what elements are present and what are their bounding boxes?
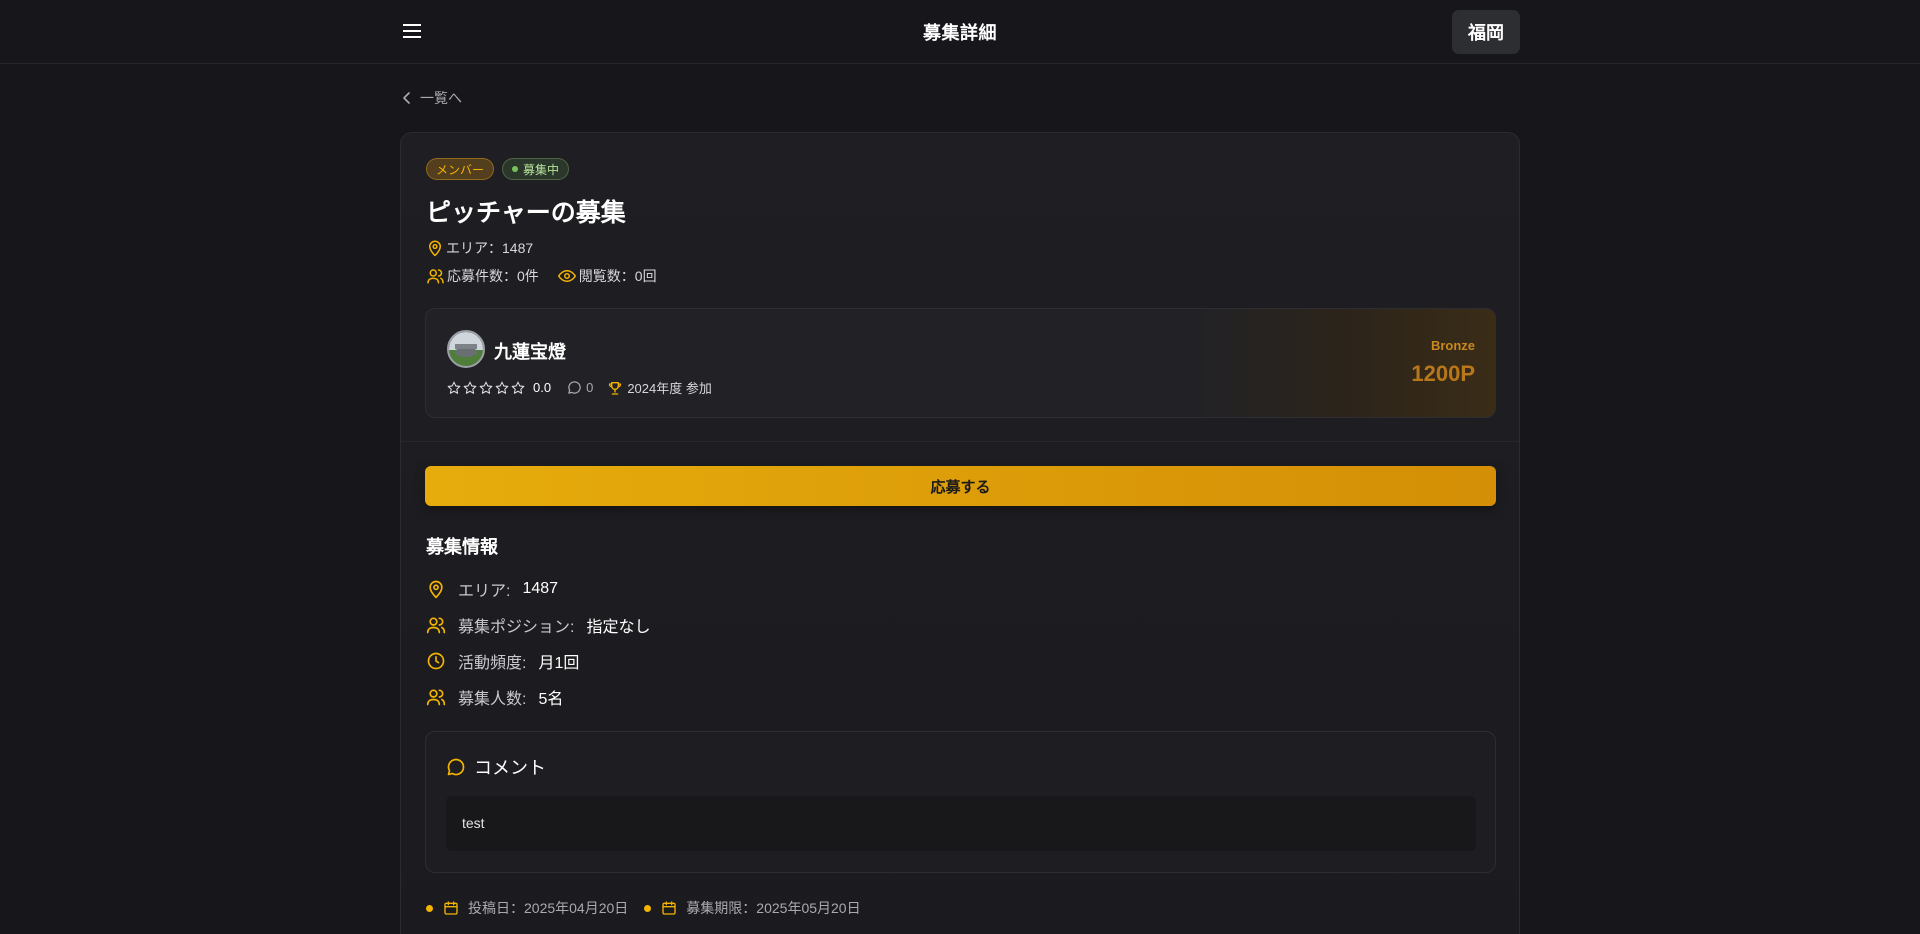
- info-row-position: 募集ポジション: 指定なし: [426, 613, 650, 637]
- map-pin-icon: [429, 580, 443, 599]
- badge-group: メンバー 募集中: [426, 158, 570, 180]
- recruitment-info-title: 募集情報: [426, 537, 498, 557]
- post-title: ピッチャーの募集: [426, 199, 626, 227]
- star-icon: [495, 381, 509, 394]
- top-header: 募集詳細 福岡: [0, 0, 1920, 64]
- rating-stars: [447, 381, 525, 395]
- comment-header: コメント: [446, 754, 546, 780]
- rating-value: 0.0: [533, 380, 552, 395]
- calendar-icon: [444, 901, 458, 915]
- date-dot: [644, 904, 652, 912]
- region-button[interactable]: 福岡: [1452, 10, 1520, 54]
- recruitment-detail-card: メンバー 募集中 ピッチャーの募集 エリア：1487 応募件数：0件 閲覧数：0…: [400, 132, 1520, 934]
- stats-meta: 応募件数：0件 閲覧数：0回: [426, 266, 657, 286]
- users-icon: [426, 689, 446, 706]
- calendar-icon: [662, 901, 676, 915]
- message-circle-icon: [568, 381, 581, 394]
- map-pin-icon: [429, 240, 441, 257]
- back-to-list-link[interactable]: 一覧へ: [402, 88, 462, 108]
- clock-icon: [427, 652, 445, 670]
- deadline-date-text: 募集期限：2025年05月20日: [686, 900, 861, 916]
- star-icon: [463, 381, 477, 394]
- star-icon: [479, 381, 493, 394]
- info-label: 活動頻度:: [458, 655, 527, 672]
- users-icon: [426, 617, 446, 634]
- info-row-frequency: 活動頻度: 月1回: [426, 649, 579, 673]
- date-dot: [426, 904, 433, 912]
- posted-date-text: 投稿日：2025年04月20日: [468, 900, 629, 916]
- poster-profile-card[interactable]: 九蓮宝燈 0.0 0 2024年度 参加 Bronze 1200P: [425, 308, 1496, 418]
- info-row-area: エリア: 1487: [426, 577, 558, 601]
- avatar: [447, 330, 485, 368]
- deadline-date: 募集期限：2025年05月20日: [644, 898, 861, 918]
- star-icon: [511, 381, 525, 394]
- eye-icon: [557, 270, 576, 282]
- participation-text: 2024年度 参加: [627, 381, 712, 396]
- message-circle-icon: [447, 758, 465, 776]
- status-badge: 募集中: [502, 158, 570, 180]
- user-stats: 0.0 0 2024年度 参加: [447, 378, 712, 397]
- comment-text: test: [446, 796, 1476, 851]
- status-badge-label: 募集中: [523, 162, 560, 177]
- area-text: エリア：1487: [446, 240, 534, 256]
- info-value: 指定なし: [586, 619, 651, 636]
- post-dates: 投稿日：2025年04月20日 募集期限：2025年05月20日: [426, 898, 877, 918]
- section-divider: [401, 441, 1519, 442]
- member-badge: メンバー: [426, 158, 495, 180]
- back-link-label: 一覧へ: [420, 90, 462, 106]
- users-icon: [427, 269, 444, 284]
- status-dot: [512, 166, 519, 172]
- user-name: 九蓮宝燈: [494, 342, 566, 362]
- info-value: 月1回: [538, 655, 580, 672]
- comment-count: 0: [586, 380, 594, 395]
- rank-label: Bronze: [1430, 338, 1475, 353]
- info-value: 1487: [522, 580, 559, 597]
- info-label: 募集ポジション:: [458, 619, 575, 636]
- chevron-left-icon: [403, 92, 410, 104]
- area-meta: エリア：1487: [426, 238, 533, 258]
- star-icon: [447, 381, 461, 394]
- views-text: 閲覧数：0回: [578, 268, 657, 284]
- rank-points: 1200P: [1411, 361, 1475, 386]
- applications-text: 応募件数：0件: [447, 268, 539, 284]
- comment-section: コメント test: [425, 731, 1496, 873]
- info-label: 募集人数:: [458, 691, 527, 708]
- trophy-icon: [609, 381, 622, 395]
- comment-title: コメント: [474, 758, 546, 778]
- info-label: エリア:: [458, 583, 511, 600]
- info-row-headcount: 募集人数: 5名: [426, 685, 563, 709]
- posted-date: 投稿日：2025年04月20日: [426, 898, 628, 918]
- info-value: 5名: [538, 691, 564, 708]
- apply-button[interactable]: 応募する: [425, 466, 1496, 506]
- page-title: 募集詳細: [923, 23, 997, 43]
